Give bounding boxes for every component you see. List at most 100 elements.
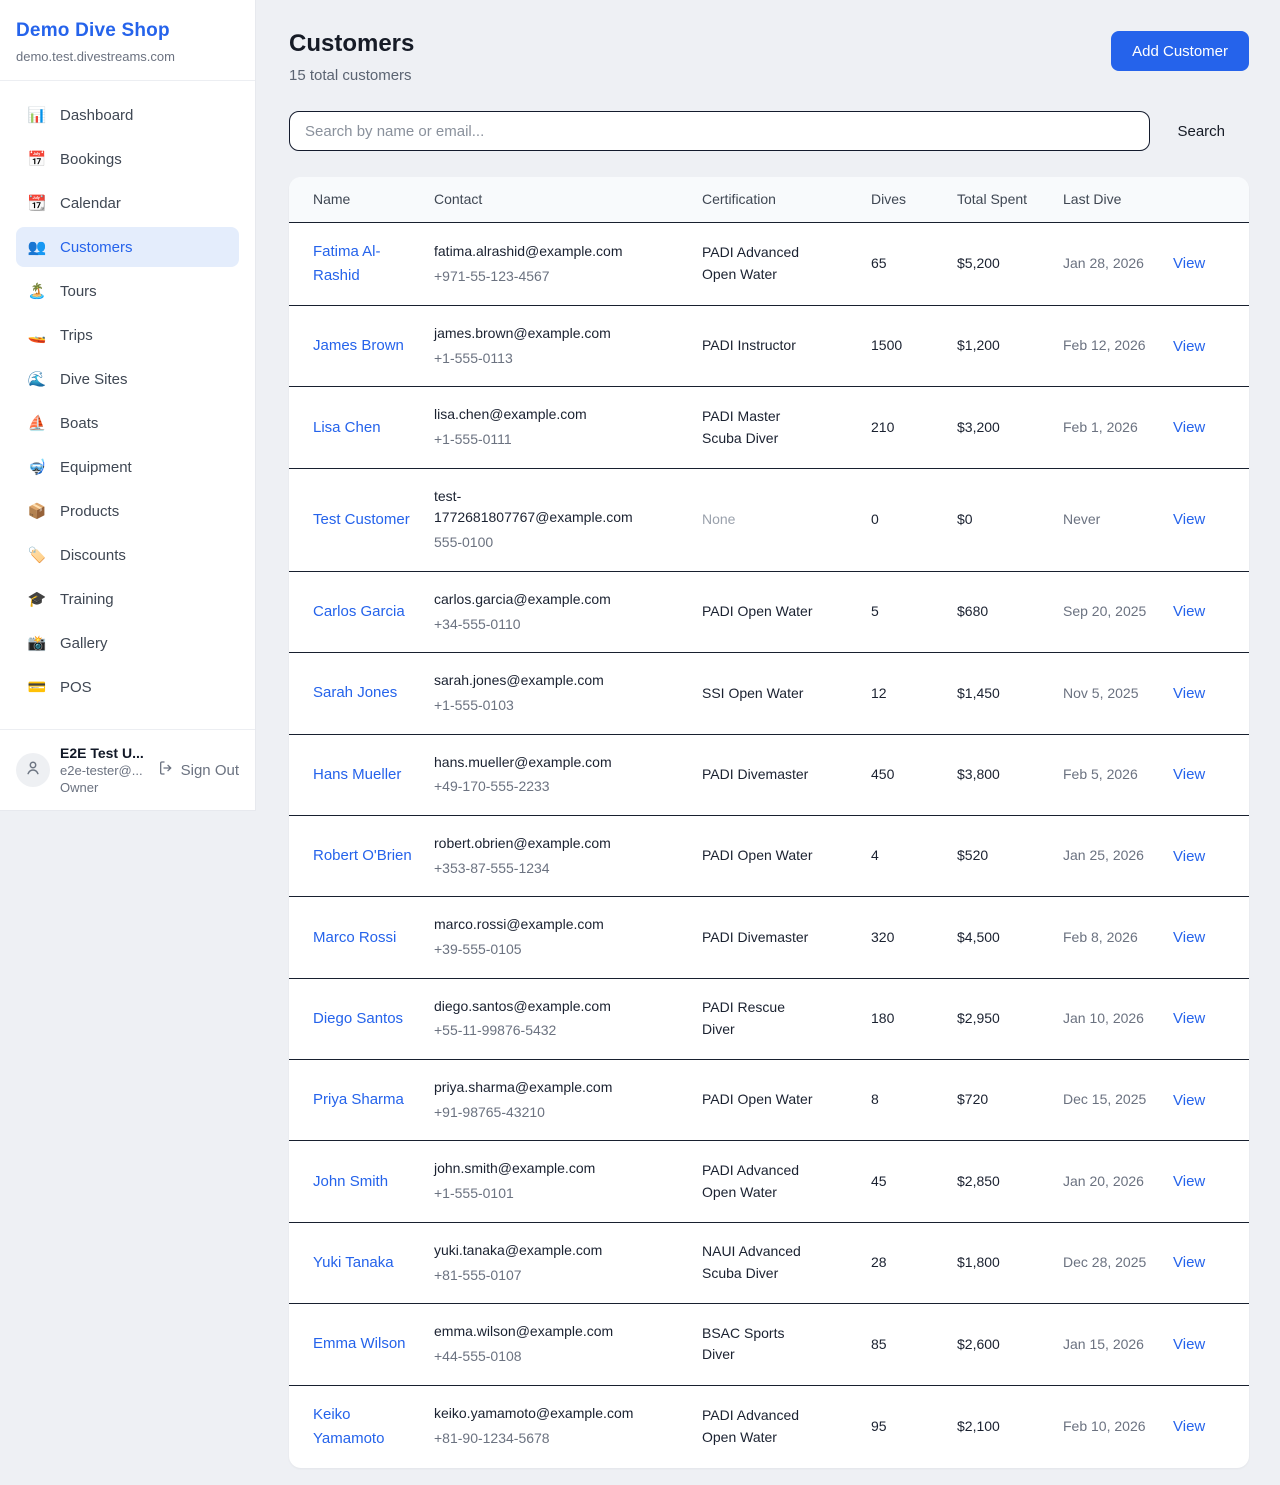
add-customer-button[interactable]: Add Customer: [1111, 31, 1249, 71]
customer-name-link[interactable]: Test Customer: [313, 508, 410, 532]
view-link[interactable]: View: [1173, 1092, 1205, 1109]
view-link[interactable]: View: [1173, 1418, 1205, 1435]
customer-name-link[interactable]: Lisa Chen: [313, 416, 381, 440]
customer-last-dive: Jan 25, 2026: [1063, 815, 1163, 896]
customer-name-link[interactable]: Emma Wilson: [313, 1332, 406, 1356]
customer-email: marco.rossi@example.com: [434, 914, 650, 936]
sidebar-item-equipment[interactable]: 🤿 Equipment: [16, 447, 239, 487]
customer-email: lisa.chen@example.com: [434, 404, 650, 426]
table-row: James Brown james.brown@example.com +1-5…: [289, 306, 1249, 387]
customers-table-card: Name Contact Certification Dives Total S…: [289, 177, 1249, 1468]
customer-dives: 210: [871, 387, 957, 468]
view-link[interactable]: View: [1173, 1336, 1205, 1353]
view-link[interactable]: View: [1173, 255, 1205, 272]
customer-name-link[interactable]: Carlos Garcia: [313, 600, 405, 624]
wave-icon: 🌊: [27, 370, 47, 388]
sidebar-item-calendar[interactable]: 📆 Calendar: [16, 183, 239, 223]
customer-total-spent: $1,800: [957, 1222, 1063, 1303]
table-row: Priya Sharma priya.sharma@example.com +9…: [289, 1060, 1249, 1141]
customer-last-dive: Sep 20, 2025: [1063, 571, 1163, 652]
customer-total-spent: $2,850: [957, 1141, 1063, 1222]
customer-total-spent: $1,200: [957, 306, 1063, 387]
sidebar-item-discounts[interactable]: 🏷️ Discounts: [16, 535, 239, 575]
view-link[interactable]: View: [1173, 419, 1205, 436]
customer-certification: PADI Open Water: [702, 1089, 816, 1111]
table-row: Robert O'Brien robert.obrien@example.com…: [289, 815, 1249, 896]
table-row: Marco Rossi marco.rossi@example.com +39-…: [289, 897, 1249, 978]
customer-dives: 320: [871, 897, 957, 978]
sidebar: Demo Dive Shop demo.test.divestreams.com…: [0, 0, 256, 811]
customer-name-link[interactable]: Priya Sharma: [313, 1088, 404, 1112]
view-link[interactable]: View: [1173, 1173, 1205, 1190]
sidebar-item-dive-sites[interactable]: 🌊 Dive Sites: [16, 359, 239, 399]
view-link[interactable]: View: [1173, 1010, 1205, 1027]
search-button[interactable]: Search: [1150, 123, 1249, 140]
customer-dives: 5: [871, 571, 957, 652]
customer-email: john.smith@example.com: [434, 1158, 650, 1180]
diving-mask-icon: 🤿: [27, 458, 47, 476]
sign-out-button[interactable]: Sign Out: [158, 760, 239, 780]
customer-phone: +353-87-555-1234: [434, 858, 686, 880]
logout-icon: [158, 760, 174, 780]
customer-name-link[interactable]: Marco Rossi: [313, 926, 396, 950]
customer-name-link[interactable]: John Smith: [313, 1170, 388, 1194]
view-link[interactable]: View: [1173, 685, 1205, 702]
customer-name-link[interactable]: Yuki Tanaka: [313, 1251, 394, 1275]
view-link[interactable]: View: [1173, 511, 1205, 528]
sidebar-item-bookings[interactable]: 📅 Bookings: [16, 139, 239, 179]
customer-name-link[interactable]: Hans Mueller: [313, 763, 401, 787]
table-header-row: Name Contact Certification Dives Total S…: [289, 177, 1249, 223]
sidebar-item-products[interactable]: 📦 Products: [16, 491, 239, 531]
customer-email: emma.wilson@example.com: [434, 1321, 650, 1343]
search-input[interactable]: [289, 111, 1150, 151]
view-link[interactable]: View: [1173, 338, 1205, 355]
sidebar-item-dashboard[interactable]: 📊 Dashboard: [16, 95, 239, 135]
sidebar-item-tours[interactable]: 🏝️ Tours: [16, 271, 239, 311]
view-link[interactable]: View: [1173, 766, 1205, 783]
view-link[interactable]: View: [1173, 1254, 1205, 1271]
main-content: Customers 15 total customers Add Custome…: [256, 0, 1280, 1485]
customer-name-link[interactable]: Sarah Jones: [313, 681, 397, 705]
customer-name-link[interactable]: Diego Santos: [313, 1007, 403, 1031]
sidebar-item-trips[interactable]: 🚤 Trips: [16, 315, 239, 355]
view-link[interactable]: View: [1173, 929, 1205, 946]
customer-certification: PADI Instructor: [702, 335, 816, 357]
sidebar-item-training[interactable]: 🎓 Training: [16, 579, 239, 619]
customer-name-link[interactable]: James Brown: [313, 334, 404, 358]
sidebar-item-pos[interactable]: 💳 POS: [16, 667, 239, 707]
tear-off-calendar-icon: 📆: [27, 194, 47, 212]
table-row: Test Customer test-1772681807767@example…: [289, 468, 1249, 571]
calendar-icon: 📅: [27, 150, 47, 168]
view-link[interactable]: View: [1173, 848, 1205, 865]
table-row: Emma Wilson emma.wilson@example.com +44-…: [289, 1304, 1249, 1385]
column-header-name: Name: [289, 177, 434, 223]
customer-last-dive: Feb 10, 2026: [1063, 1385, 1163, 1468]
search-row: Search: [289, 111, 1249, 151]
sidebar-item-gallery[interactable]: 📸 Gallery: [16, 623, 239, 663]
column-header-contact: Contact: [434, 177, 702, 223]
customer-certification: PADI Master Scuba Diver: [702, 406, 816, 449]
person-icon: [24, 759, 42, 782]
customer-certification: BSAC Sports Diver: [702, 1323, 816, 1366]
customer-phone: +49-170-555-2233: [434, 776, 686, 798]
sidebar-item-boats[interactable]: ⛵ Boats: [16, 403, 239, 443]
customer-name-link[interactable]: Keiko Yamamoto: [313, 1403, 418, 1451]
sidebar-item-customers[interactable]: 👥 Customers: [16, 227, 239, 267]
customer-last-dive: Feb 12, 2026: [1063, 306, 1163, 387]
customer-phone: +971-55-123-4567: [434, 266, 686, 288]
user-name: E2E Test U...: [60, 745, 144, 761]
table-row: John Smith john.smith@example.com +1-555…: [289, 1141, 1249, 1222]
bar-chart-icon: 📊: [27, 106, 47, 124]
view-link[interactable]: View: [1173, 603, 1205, 620]
customer-total-spent: $2,600: [957, 1304, 1063, 1385]
customer-dives: 45: [871, 1141, 957, 1222]
customer-total-spent: $2,950: [957, 978, 1063, 1059]
customer-dives: 12: [871, 653, 957, 734]
table-row: Diego Santos diego.santos@example.com +5…: [289, 978, 1249, 1059]
customer-name-link[interactable]: Fatima Al-Rashid: [313, 240, 418, 288]
table-row: Keiko Yamamoto keiko.yamamoto@example.co…: [289, 1385, 1249, 1468]
user-section: E2E Test U... e2e-tester@... Owner Sign …: [0, 729, 255, 810]
graduation-cap-icon: 🎓: [27, 590, 47, 608]
customer-name-link[interactable]: Robert O'Brien: [313, 844, 412, 868]
customer-phone: +81-90-1234-5678: [434, 1428, 686, 1450]
